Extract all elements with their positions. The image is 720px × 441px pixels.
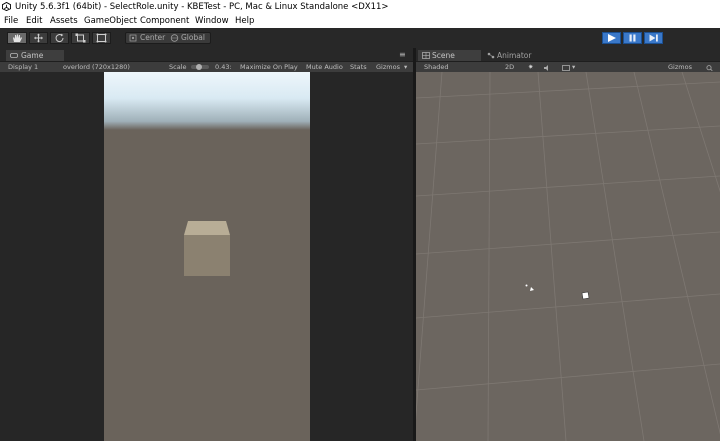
mute-audio-toggle[interactable]: Mute Audio [306, 62, 343, 72]
game-render-frame [104, 72, 310, 441]
window-title: Unity 5.6.3f1 (64bit) - SelectRole.unity… [15, 2, 389, 12]
scale-label: Scale [169, 63, 187, 71]
game-view-toolbar: Display 1 overlord (720x1280) Scale 0.43… [0, 62, 413, 72]
play-icon [608, 34, 616, 42]
lighting-sun-icon[interactable]: ✷ [528, 62, 533, 72]
pivot-mode-label: Center [140, 33, 166, 42]
tab-game[interactable]: Game [6, 50, 64, 61]
camera-gizmo-icon[interactable] [525, 284, 535, 292]
tab-scene[interactable]: Scene [418, 50, 481, 61]
speaker-icon [544, 65, 548, 71]
menu-bar: File Edit Assets GameObject Component Wi… [0, 14, 720, 28]
scene-grid-icon [422, 52, 430, 59]
panel-menu-icon[interactable]: ≡ [399, 50, 406, 59]
pivot-center-icon [129, 34, 137, 42]
chevron-down-icon[interactable]: ▾ [404, 62, 407, 72]
hand-tool-button[interactable] [7, 32, 27, 44]
scale-icon [75, 33, 86, 43]
menu-gameobject[interactable]: GameObject [84, 14, 137, 28]
draw-mode-select[interactable]: Shaded [424, 62, 448, 72]
scene-view[interactable] [416, 72, 720, 441]
pause-icon [629, 34, 636, 42]
menu-edit[interactable]: Edit [26, 14, 42, 28]
menu-component[interactable]: Component [140, 14, 189, 28]
main-toolbar: Center Global [0, 28, 720, 48]
game-controller-icon [10, 53, 18, 58]
tab-animator[interactable]: Animator [484, 50, 554, 61]
pivot-toggle-group: Center Global [125, 32, 211, 44]
rect-icon [96, 33, 107, 43]
effects-dropdown-icon[interactable]: ▾ [572, 62, 575, 72]
scene-gizmos-dropdown[interactable]: Gizmos [668, 62, 692, 72]
tab-animator-label: Animator [497, 51, 532, 60]
tab-scene-label: Scene [432, 51, 455, 60]
pause-button[interactable] [623, 32, 642, 44]
game-tabstrip: Game ≡ [0, 48, 413, 61]
play-button[interactable] [602, 32, 621, 44]
resolution-select[interactable]: overlord (720x1280) [63, 62, 130, 72]
scale-tool-button[interactable] [71, 32, 90, 44]
rotate-icon [55, 33, 64, 43]
step-icon [649, 34, 658, 42]
skybox [104, 72, 310, 130]
image-icon [562, 65, 570, 71]
menu-window[interactable]: Window [195, 14, 229, 28]
toggle-2d-button[interactable]: 2D [505, 62, 514, 72]
game-gizmos-dropdown[interactable]: Gizmos [376, 62, 400, 72]
menu-help[interactable]: Help [235, 14, 254, 28]
scene-grid [416, 72, 720, 441]
game-view[interactable] [0, 72, 413, 441]
rotate-tool-button[interactable] [50, 32, 69, 44]
menu-file[interactable]: File [4, 14, 18, 28]
step-button[interactable] [644, 32, 663, 44]
maximize-on-play-toggle[interactable]: Maximize On Play [240, 62, 298, 72]
scale-value: 0.43: [215, 63, 232, 71]
unity-logo-icon [2, 2, 11, 11]
scene-tabstrip: Scene Animator [416, 48, 720, 61]
tab-game-label: Game [21, 51, 44, 60]
animator-icon [487, 52, 495, 59]
globe-icon [170, 34, 179, 42]
move-icon [34, 33, 43, 43]
scale-slider-thumb[interactable] [196, 64, 202, 70]
cube-object [184, 221, 230, 276]
move-tool-button[interactable] [29, 32, 48, 44]
display-select[interactable]: Display 1 [8, 62, 38, 72]
search-icon [706, 65, 713, 72]
pivot-rotation-label: Global [181, 33, 205, 42]
hand-icon [13, 34, 22, 42]
rect-tool-button[interactable] [92, 32, 111, 44]
scene-view-toolbar: Shaded 2D ✷ ▾ Gizmos [416, 62, 720, 72]
menu-assets[interactable]: Assets [50, 14, 78, 28]
cube-gizmo[interactable] [581, 291, 590, 300]
stats-toggle[interactable]: Stats [350, 62, 367, 72]
window-title-bar: Unity 5.6.3f1 (64bit) - SelectRole.unity… [0, 0, 720, 14]
